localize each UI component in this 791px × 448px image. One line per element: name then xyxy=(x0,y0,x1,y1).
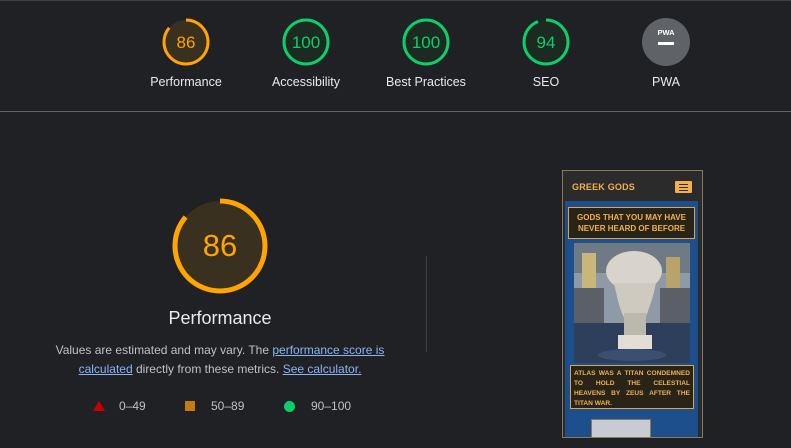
gauge-ring: 100 xyxy=(402,18,450,66)
final-screenshot[interactable]: GREEK GODS GODS THAT YOU MAY HAVE NEVER … xyxy=(562,170,703,438)
pwa-badge-icon: PWA xyxy=(642,18,690,66)
performance-description: Values are estimated and may vary. The p… xyxy=(40,341,400,379)
next-image-placeholder xyxy=(591,419,651,437)
gauge-label: SEO xyxy=(532,75,560,89)
performance-gauge-ring: 86 xyxy=(172,198,268,294)
legend-pass-label: 90–100 xyxy=(311,399,352,413)
see-calculator-link[interactable]: See calculator. xyxy=(283,362,362,376)
gauge-score: 94 xyxy=(537,33,556,52)
legend-fail: 0–49 xyxy=(93,399,146,413)
category-summary-bar: 86 Performance 100 Accessibility 100 Bes… xyxy=(0,0,791,112)
gauge-score: 100 xyxy=(292,33,320,52)
pwa-badge-text: PWA xyxy=(657,28,675,37)
gauge-best-practices[interactable]: 100 Best Practices xyxy=(366,17,486,89)
desc-text: directly from these metrics. xyxy=(132,362,283,376)
gauge-seo[interactable]: 94 SEO xyxy=(486,17,606,89)
gauge-ring: 100 xyxy=(282,18,330,66)
gauge-performance[interactable]: 86 Performance xyxy=(126,17,246,89)
site-title: GREEK GODS xyxy=(572,182,636,192)
performance-title: Performance xyxy=(168,308,272,328)
triangle-icon xyxy=(93,401,105,411)
legend-pass: 90–100 xyxy=(284,399,351,413)
divider xyxy=(426,256,427,352)
gauge-pwa[interactable]: PWA PWA xyxy=(606,17,726,89)
gauge-score: 86 xyxy=(177,33,196,52)
hamburger-menu-icon xyxy=(675,181,692,193)
circle-icon xyxy=(284,400,295,412)
gauge-ring: 86 xyxy=(162,18,210,66)
site-page: GODS THAT YOU MAY HAVE NEVER HEARD OF BE… xyxy=(565,201,698,437)
square-icon xyxy=(185,401,195,411)
performance-gauge: 86 xyxy=(170,196,270,296)
gauge-label: Performance xyxy=(150,75,222,89)
gauge-accessibility[interactable]: 100 Accessibility xyxy=(246,17,366,89)
gauge-label: Accessibility xyxy=(271,75,341,89)
site-caption: ATLAS WAS A TITAN CONDEMNED TO HOLD THE … xyxy=(570,365,694,409)
desc-text: Values are estimated and may vary. The xyxy=(55,343,273,357)
legend-average: 50–89 xyxy=(185,399,244,413)
performance-score: 86 xyxy=(203,228,237,263)
legend-average-label: 50–89 xyxy=(211,399,245,413)
gauge-ring: 94 xyxy=(522,18,570,66)
gauge-score: 100 xyxy=(412,33,440,52)
site-heading: GODS THAT YOU MAY HAVE NEVER HEARD OF BE… xyxy=(568,207,695,239)
gauge-label: PWA xyxy=(651,75,680,89)
gauge-label: Best Practices xyxy=(386,75,466,89)
legend-fail-label: 0–49 xyxy=(119,399,146,413)
site-header: GREEK GODS xyxy=(563,171,702,201)
atlas-statue-image xyxy=(574,243,690,363)
statue-photo-icon xyxy=(574,243,690,363)
